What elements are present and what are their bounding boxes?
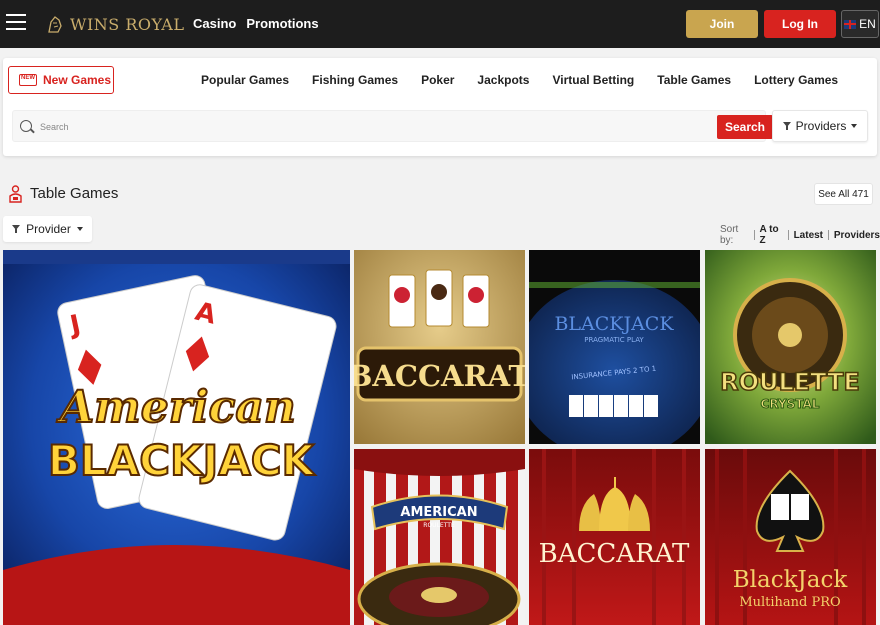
filter-icon (782, 122, 791, 130)
category-poker[interactable]: Poker (421, 73, 454, 87)
sort-bar: Sort by: A to Z Latest Providers (720, 224, 880, 246)
language-label: EN (859, 17, 876, 31)
new-games-label: New Games (43, 73, 112, 87)
nav-promotions[interactable]: Promotions (246, 16, 318, 31)
game-title-roulette: ROULETTE (720, 368, 860, 396)
game-title-american-roulette: AMERICAN (400, 505, 477, 520)
category-fishing-games[interactable]: Fishing Games (312, 73, 398, 87)
join-button[interactable]: Join (686, 10, 758, 38)
game-title-american: American (56, 382, 296, 433)
game-title-baccarat: BACCARAT (354, 359, 525, 393)
search-button[interactable]: Search (717, 115, 773, 139)
top-bar: WINS ROYAL Casino Promotions Join Log In… (0, 0, 880, 48)
category-panel: New Games Popular Games Fishing Games Po… (3, 58, 877, 156)
new-games-button[interactable]: New Games (8, 66, 114, 94)
game-title-baccarat-red: BACCARAT (539, 539, 690, 569)
category-popular-games[interactable]: Popular Games (201, 73, 289, 87)
category-lottery-games[interactable]: Lottery Games (754, 73, 838, 87)
language-button[interactable]: EN (841, 10, 879, 38)
game-tile-american-roulette[interactable]: AMERICAN ROULETTE (354, 449, 525, 625)
filter-icon (12, 225, 21, 233)
game-title-blackjack-multihand: BlackJack (733, 567, 849, 593)
chevron-down-icon (76, 227, 83, 231)
game-subtitle-roulette: ROULETTE (423, 522, 455, 529)
game-subtitle-multihand: Multihand PRO (739, 595, 840, 610)
provider-filter-button[interactable]: Provider (3, 216, 92, 242)
sort-label: Sort by: (720, 224, 739, 246)
top-nav: Casino Promotions (193, 16, 319, 31)
game-title-blackjack: BLACKJACK (48, 436, 316, 485)
sort-a-to-z[interactable]: A to Z (759, 224, 782, 246)
game-subtitle-crystal: CRYSTAL (761, 397, 820, 411)
login-button[interactable]: Log In (764, 10, 836, 38)
section-title: Table Games (30, 185, 119, 202)
sort-latest[interactable]: Latest (794, 230, 823, 241)
game-tile-blackjack-multihand[interactable]: BlackJack Multihand PRO (705, 449, 876, 625)
see-all-button[interactable]: See All 471 (814, 183, 873, 205)
game-tile-baccarat[interactable]: BACCARAT (354, 250, 525, 444)
search-bar: Search (12, 110, 773, 142)
logo-text: WINS ROYAL (70, 14, 185, 34)
logo[interactable]: WINS ROYAL (46, 12, 184, 36)
game-tile-american-blackjack[interactable]: J A American BLACKJACK (3, 250, 350, 625)
dealer-icon (9, 185, 22, 203)
category-virtual-betting[interactable]: Virtual Betting (552, 73, 634, 87)
game-subtitle-pragmatic: PRAGMATIC PLAY (584, 336, 644, 344)
providers-dropdown[interactable]: Providers (772, 110, 868, 142)
provider-filter-label: Provider (26, 222, 71, 236)
game-tile-baccarat-red[interactable]: BACCARAT (529, 449, 700, 625)
new-badge-icon (19, 74, 37, 86)
chevron-down-icon (851, 124, 858, 128)
category-jackpots[interactable]: Jackpots (477, 73, 529, 87)
category-nav: Popular Games Fishing Games Poker Jackpo… (201, 73, 861, 87)
uk-flag-icon (844, 19, 857, 29)
game-tile-blackjack[interactable]: BLACKJACK PRAGMATIC PLAY INSURANCE PAYS … (529, 250, 700, 444)
lion-logo-icon (48, 16, 62, 33)
menu-icon[interactable] (6, 14, 26, 30)
category-table-games[interactable]: Table Games (657, 73, 731, 87)
game-tile-roulette-crystal[interactable]: ROULETTE CRYSTAL (705, 250, 876, 444)
search-input[interactable] (40, 117, 700, 137)
game-title-blackjack-pp: BLACKJACK (554, 313, 674, 335)
search-icon (20, 120, 32, 132)
sort-providers[interactable]: Providers (834, 230, 880, 241)
providers-label: Providers (795, 119, 847, 133)
nav-casino[interactable]: Casino (193, 16, 236, 31)
